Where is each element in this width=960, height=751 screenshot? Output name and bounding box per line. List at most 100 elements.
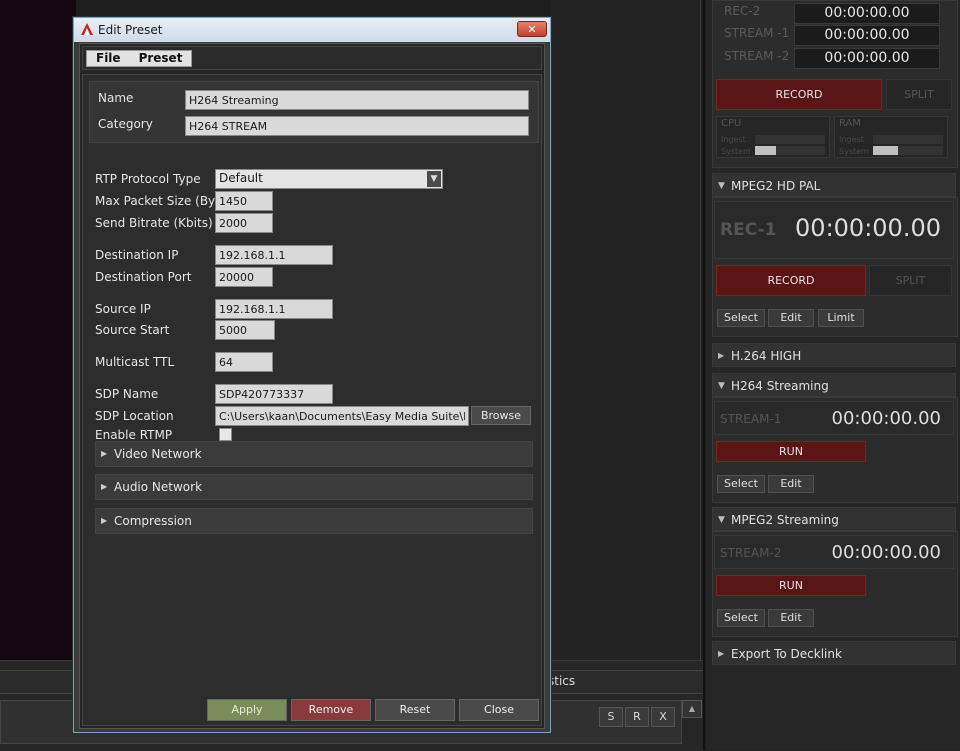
dest-ip-label: Destination IP — [95, 248, 179, 262]
tab-statistics[interactable]: stics — [548, 674, 575, 688]
system-label: System — [721, 147, 751, 156]
enable-rtmp-label: Enable RTMP — [95, 428, 173, 442]
source-start-input[interactable] — [215, 320, 275, 340]
log-r-button[interactable]: R — [625, 707, 649, 727]
apply-button[interactable]: Apply — [207, 699, 287, 721]
group-header-mpeg2-streaming[interactable]: ▼ MPEG2 Streaming — [712, 507, 956, 531]
expanded-triangle-icon: ▼ — [718, 181, 725, 191]
rtp-protocol-value: Default — [219, 171, 263, 185]
source-ip-label: Source IP — [95, 302, 151, 316]
category-label: Category — [98, 117, 153, 131]
video-preview-area — [0, 0, 76, 660]
dest-ip-input[interactable] — [215, 245, 333, 265]
channel-row: STREAM-1 00:00:00.00 — [714, 401, 954, 435]
edit-button[interactable]: Edit — [768, 475, 814, 493]
rtp-protocol-select[interactable]: Default ▼ — [215, 169, 443, 189]
timecode: 00:00:00.00 — [794, 25, 940, 46]
expanded-triangle-icon: ▼ — [718, 381, 725, 391]
group-header-h264-streaming[interactable]: ▼ H264 Streaming — [712, 373, 956, 397]
timecode: 00:00:00.00 — [795, 214, 941, 242]
expanded-triangle-icon: ▼ — [718, 515, 725, 525]
cpu-label: CPU — [721, 118, 742, 129]
row-label: STREAM-1 — [720, 412, 782, 426]
section-title: Video Network — [114, 447, 202, 461]
menu-group: File Preset — [86, 50, 193, 67]
sdp-location-input[interactable] — [215, 406, 469, 426]
multicast-ttl-input[interactable] — [215, 352, 273, 372]
record-button[interactable]: RECORD — [716, 265, 866, 296]
row-label: STREAM-2 — [720, 546, 782, 560]
close-button[interactable]: Close — [459, 699, 539, 721]
source-start-label: Source Start — [95, 323, 170, 337]
max-packet-input[interactable] — [215, 191, 273, 211]
system-bar-fill — [873, 146, 898, 155]
close-icon[interactable]: ✕ — [517, 21, 547, 37]
section-title: Audio Network — [114, 480, 203, 494]
rtp-protocol-label: RTP Protocol Type — [95, 172, 201, 186]
edit-button[interactable]: Edit — [768, 609, 814, 627]
group-title: Export To Decklink — [731, 647, 842, 661]
dialog-body: File Preset Name Category RTP Protocol T… — [79, 43, 545, 729]
row-label: STREAM -1 — [724, 26, 790, 40]
browse-button[interactable]: Browse — [471, 406, 531, 425]
split-button[interactable]: SPLIT — [869, 265, 952, 296]
menu-preset[interactable]: Preset — [130, 51, 192, 66]
section-video-network[interactable]: ▶ Video Network — [95, 441, 533, 467]
sdp-name-input[interactable] — [215, 384, 333, 404]
group-title: H.264 HIGH — [731, 349, 802, 363]
send-bitrate-input[interactable] — [215, 213, 273, 233]
system-bar — [755, 146, 825, 155]
record-button[interactable]: RECORD — [716, 79, 882, 110]
limit-button[interactable]: Limit — [818, 309, 864, 327]
section-compression[interactable]: ▶ Compression — [95, 508, 533, 534]
dest-port-input[interactable] — [215, 267, 273, 287]
select-button[interactable]: Select — [717, 475, 765, 493]
ram-label: RAM — [839, 118, 862, 129]
scroll-up-icon[interactable]: ▲ — [682, 700, 702, 718]
ingest-bar — [755, 135, 825, 144]
split-button[interactable]: SPLIT — [886, 79, 952, 110]
name-label: Name — [98, 91, 134, 105]
timecode: 00:00:00.00 — [831, 542, 941, 563]
category-input[interactable] — [185, 116, 529, 136]
section-title: Compression — [114, 514, 192, 528]
group-header-h264-high[interactable]: ▶ H.264 HIGH — [712, 343, 956, 367]
system-label: System — [839, 147, 869, 156]
max-packet-label: Max Packet Size (Byte) — [95, 194, 232, 208]
enable-rtmp-checkbox[interactable] — [219, 428, 232, 441]
section-audio-network[interactable]: ▶ Audio Network — [95, 474, 533, 500]
group-header-export-to-decklink[interactable]: ▶ Export To Decklink — [712, 641, 956, 665]
send-bitrate-label: Send Bitrate (Kbits) — [95, 216, 213, 230]
source-ip-input[interactable] — [215, 299, 333, 319]
select-button[interactable]: Select — [717, 609, 765, 627]
group-header-mpeg2-hd-pal[interactable]: ▼ MPEG2 HD PAL — [712, 173, 956, 197]
app-logo-icon — [81, 23, 93, 35]
dialog-title: Edit Preset — [98, 23, 163, 37]
channel-row: STREAM-2 00:00:00.00 — [714, 535, 954, 569]
group-title: H264 Streaming — [731, 379, 829, 393]
reset-button[interactable]: Reset — [375, 699, 455, 721]
collapsed-triangle-icon: ▶ — [101, 449, 108, 458]
log-x-button[interactable]: X — [651, 707, 675, 727]
log-s-button[interactable]: S — [599, 707, 623, 727]
menu-file[interactable]: File — [87, 51, 130, 66]
multicast-ttl-label: Multicast TTL — [95, 355, 175, 369]
edit-button[interactable]: Edit — [768, 309, 814, 327]
ingest-bar — [873, 135, 943, 144]
run-button[interactable]: RUN — [716, 441, 866, 462]
name-input[interactable] — [185, 90, 529, 110]
name-category-box: Name Category — [89, 81, 539, 143]
ingest-label: Ingest — [839, 135, 864, 144]
system-bar — [873, 146, 943, 155]
remove-button[interactable]: Remove — [291, 699, 371, 721]
row-label: STREAM -2 — [724, 49, 790, 63]
center-panel — [550, 0, 701, 660]
ingest-label: Ingest — [721, 135, 746, 144]
ram-meter: RAM Ingest System — [834, 116, 948, 158]
sdp-location-label: SDP Location — [95, 409, 174, 423]
dialog-titlebar[interactable]: Edit Preset ✕ — [74, 18, 550, 42]
select-button[interactable]: Select — [717, 309, 765, 327]
run-button[interactable]: RUN — [716, 575, 866, 596]
collapsed-triangle-icon: ▶ — [101, 482, 108, 491]
panel-divider — [703, 0, 705, 750]
